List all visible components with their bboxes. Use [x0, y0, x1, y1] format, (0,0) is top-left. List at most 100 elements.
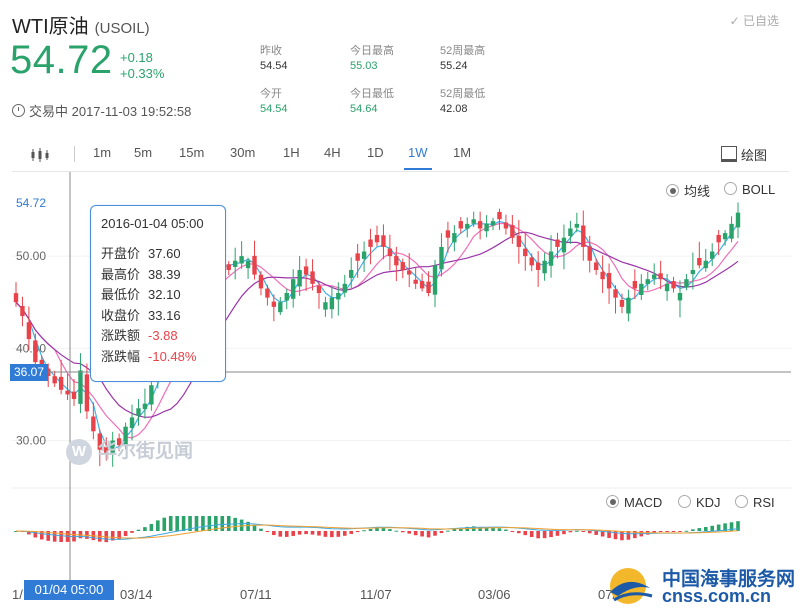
candle-body	[387, 248, 393, 257]
candle-body	[355, 253, 360, 261]
macd-bar	[703, 527, 708, 531]
candle-body	[523, 248, 528, 257]
candle-body	[645, 279, 650, 285]
candle-body	[323, 302, 328, 310]
candle-tooltip: 2016-01-04 05:00 开盘价 37.60 最高价 38.39 最低价 32.1…	[90, 205, 226, 382]
candle-body	[490, 221, 496, 226]
tooltip-value: 37.60	[148, 246, 181, 261]
macd-bar	[510, 531, 515, 532]
indicator-kdj-radio[interactable]: KDJ	[678, 494, 721, 510]
candle-body	[529, 257, 534, 266]
macd-bar	[368, 528, 373, 531]
candle-body	[329, 297, 335, 310]
candle-body	[477, 221, 483, 229]
macd-bar	[388, 529, 392, 531]
macd-bar	[143, 527, 147, 531]
tooltip-key: 涨跌额	[101, 328, 141, 343]
candle-body	[548, 251, 554, 266]
macd-bar	[297, 531, 302, 535]
macd-bar	[542, 531, 547, 539]
candle-body	[432, 265, 438, 295]
candle-body	[129, 417, 135, 428]
macd-bar	[156, 520, 160, 531]
candle-body	[65, 390, 70, 395]
candle-body	[361, 251, 367, 259]
macd-bar	[665, 531, 669, 532]
macd-bar	[504, 529, 508, 531]
y-axis-labels: 30.00 40.00 50.00	[16, 249, 46, 447]
candle-body	[568, 228, 573, 237]
macd-bar	[349, 531, 354, 534]
candle-body	[587, 246, 592, 261]
overlay-boll-radio[interactable]: BOLL	[724, 181, 775, 197]
candle-body	[239, 256, 244, 264]
macd-bar	[587, 531, 592, 534]
tooltip-row: 开盘价 37.60	[101, 243, 181, 262]
macd-bar	[59, 531, 63, 543]
macd-bar	[555, 531, 560, 536]
macd-bar	[407, 531, 412, 534]
macd-bar	[149, 524, 154, 531]
candle-body	[510, 225, 515, 238]
macd-bar	[562, 531, 566, 535]
macd-bar	[620, 531, 624, 541]
candle-body	[606, 272, 612, 289]
tooltip-value: 33.16	[148, 307, 181, 323]
tooltip-value: -3.88	[148, 328, 178, 343]
crosshair-y-label: 36.07	[10, 364, 48, 381]
tooltip-row: 涨跌幅 -10.48%	[101, 346, 196, 365]
tooltip-key: 涨跌幅	[101, 348, 141, 364]
tooltip-key: 最低价	[101, 287, 141, 302]
macd-bar	[272, 531, 276, 536]
crosshair-x-label: 01/04 05:00	[24, 580, 114, 600]
candle-body	[574, 223, 580, 228]
macd-bar	[594, 531, 598, 535]
radio-dot-icon	[724, 182, 737, 195]
watermark: W 华尔街见闻	[66, 436, 193, 465]
x-tick-label: 1/	[12, 587, 23, 602]
candle-body	[271, 301, 277, 307]
macd-bar	[310, 531, 315, 535]
macd-bar	[433, 531, 437, 536]
macd-bar	[336, 531, 341, 537]
candle-body	[593, 262, 599, 270]
overlay-ma-radio[interactable]: 均线	[666, 181, 710, 200]
macd-bar	[497, 528, 502, 531]
candle-body	[600, 271, 605, 280]
radio-dot-icon	[678, 495, 691, 508]
candle-body	[394, 256, 399, 266]
macd-bar	[710, 525, 715, 531]
macd-bar	[355, 531, 360, 533]
candle-body	[303, 266, 309, 275]
indicator-rsi-radio[interactable]: RSI	[735, 494, 775, 510]
macd-bar	[123, 531, 128, 537]
x-tick-label: 03/14	[120, 587, 153, 602]
candle-body	[297, 269, 302, 287]
macd-bar	[330, 531, 334, 538]
candle-body	[497, 211, 502, 220]
candle-body	[426, 281, 431, 294]
candle-body	[516, 235, 522, 247]
indicator-kdj-label: KDJ	[696, 495, 721, 510]
candle-body	[690, 269, 696, 275]
candle-body	[142, 403, 148, 410]
candle-body	[316, 285, 322, 294]
candle-body	[252, 255, 257, 275]
macd-bar	[736, 521, 740, 531]
macd-bar	[678, 531, 682, 532]
candle-body	[381, 235, 386, 247]
macd-bar	[420, 531, 424, 537]
indicator-macd-radio[interactable]: MACD	[606, 494, 662, 510]
macd-bar	[323, 531, 328, 537]
candle-body	[716, 234, 721, 243]
indicator-rsi-label: RSI	[753, 495, 775, 510]
candle-body	[632, 281, 638, 289]
tooltip-row: 最低价 32.10	[101, 284, 181, 303]
candle-body	[561, 237, 567, 253]
candle-body	[639, 283, 644, 296]
watermark-text: 华尔街见闻	[98, 441, 194, 462]
macd-bar	[381, 528, 386, 531]
candle-body	[619, 299, 625, 307]
candle-body	[419, 281, 425, 289]
candle-body	[232, 260, 238, 267]
